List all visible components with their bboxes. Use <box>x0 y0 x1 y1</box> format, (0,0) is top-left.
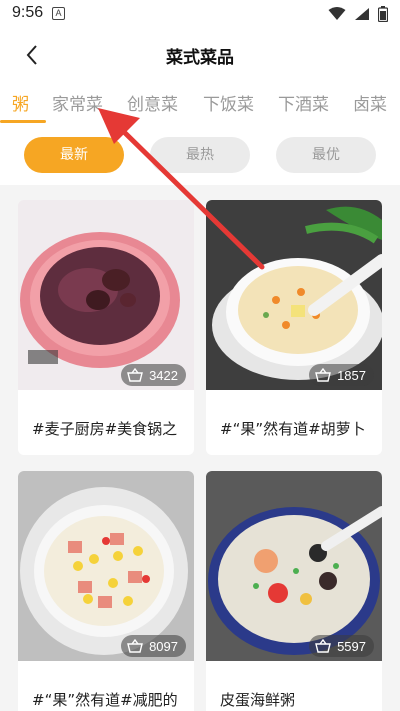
likes-count: 8097 <box>149 638 178 654</box>
recipe-card[interactable]: 1857 #“果”然有道#胡萝卜 <box>206 200 382 455</box>
category-tabs: 粥 家常菜 创意菜 下饭菜 下酒菜 卤菜 <box>0 80 400 125</box>
recipe-grid: 3422 #麦子厨房#美食锅之 1857 #“果”然有道#胡萝卜 8097 #“… <box>0 185 400 711</box>
likes-badge: 1857 <box>309 364 374 386</box>
recipe-photo-seafood-congee <box>206 471 382 661</box>
likes-badge: 8097 <box>121 635 186 657</box>
filter-best-button[interactable]: 最优 <box>276 137 376 173</box>
recipe-card[interactable]: 3422 #麦子厨房#美食锅之 <box>18 200 194 455</box>
tab-porridge[interactable]: 粥 <box>12 90 29 115</box>
recipe-caption: #“果”然有道#减肥的 <box>32 691 178 709</box>
recipe-photo-red-bean-porridge <box>18 200 194 390</box>
recipe-card[interactable]: 5597 皮蛋海鲜粥 <box>206 471 382 711</box>
likes-badge: 5597 <box>309 635 374 657</box>
battery-icon <box>378 6 388 22</box>
tab-creative[interactable]: 创意菜 <box>127 90 178 115</box>
recipe-caption: 皮蛋海鲜粥 <box>220 691 296 709</box>
signal-icon <box>355 8 369 20</box>
app-header: 菜式菜品 <box>0 30 400 80</box>
wifi-icon <box>328 7 346 20</box>
recipe-photo-corn-ham-rice-soup <box>18 471 194 661</box>
tab-home-cooking[interactable]: 家常菜 <box>52 90 103 115</box>
tab-bar-snacks[interactable]: 下酒菜 <box>278 90 329 115</box>
filter-newest-button[interactable]: 最新 <box>24 137 124 173</box>
tab-rice-dishes[interactable]: 下饭菜 <box>203 90 254 115</box>
active-tab-indicator <box>0 120 46 123</box>
likes-count: 3422 <box>149 367 178 383</box>
status-time: 9:56 <box>12 4 44 21</box>
recipe-caption: #“果”然有道#胡萝卜 <box>220 420 366 438</box>
notification-icon: A <box>52 7 65 20</box>
status-bar: 9:56 A <box>0 0 400 30</box>
basket-icon <box>315 368 331 382</box>
filter-hottest-button[interactable]: 最热 <box>150 137 250 173</box>
page-title: 菜式菜品 <box>166 48 234 68</box>
recipe-caption: #麦子厨房#美食锅之 <box>32 420 178 438</box>
recipe-card[interactable]: 8097 #“果”然有道#减肥的 <box>18 471 194 711</box>
likes-count: 1857 <box>337 367 366 383</box>
recipe-photo-vegetable-congee <box>206 200 382 390</box>
tab-braised[interactable]: 卤菜 <box>353 90 387 115</box>
likes-badge: 3422 <box>121 364 186 386</box>
basket-icon <box>127 368 143 382</box>
basket-icon <box>315 639 331 653</box>
sort-filters: 最新 最热 最优 <box>0 125 400 185</box>
likes-count: 5597 <box>337 638 366 654</box>
basket-icon <box>127 639 143 653</box>
